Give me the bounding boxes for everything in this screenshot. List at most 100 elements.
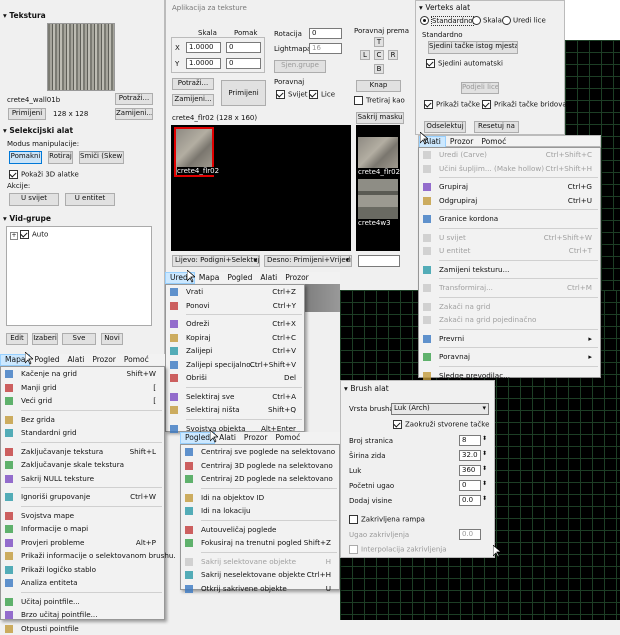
menu-map[interactable]: Mapa [195, 272, 223, 284]
tex-replace-button[interactable]: Zamijeni... [172, 94, 214, 106]
show-points-checkbox[interactable] [424, 100, 433, 109]
tex-apply-button[interactable]: Primijeni [221, 80, 266, 106]
align-b-button[interactable]: B [374, 64, 384, 74]
menu-item-obrisi[interactable]: ObrišiDel [166, 371, 304, 385]
menu-item-zalijepi[interactable]: ZalijepiCtrl+V [166, 344, 304, 358]
texture-browser[interactable]: crete4_flr02 [171, 125, 351, 251]
brush-field-input-sirina-zida[interactable]: 32.0 [459, 450, 481, 461]
browse-button[interactable]: Potraži... [115, 93, 153, 105]
fit-button[interactable]: Knap [356, 80, 401, 92]
world-checkbox[interactable] [276, 90, 285, 99]
menu-item-selektiraj-nista[interactable]: Selektiraj ništaShift+Q [166, 403, 304, 417]
menu-item-manji-grid[interactable]: Manji grid[ [1, 381, 164, 395]
align-t-button[interactable]: T [374, 37, 384, 47]
menu-window-3[interactable]: Prozor [88, 354, 120, 366]
menu-view-2[interactable]: Pogled [30, 354, 63, 366]
face-checkbox[interactable] [309, 90, 318, 99]
spinner-icon[interactable]: ⬍ [482, 495, 487, 502]
deselect-button[interactable]: Odselektuj [424, 121, 466, 133]
selection-header[interactable]: ▾ Selekcijski alat [3, 126, 73, 136]
menu-item-provjeri-probleme[interactable]: Provjeri problemeAlt+P [1, 536, 164, 550]
to-entity-button[interactable]: U entitet [65, 193, 115, 206]
menu-item-zakljucavanje-tekstura[interactable]: Zaključavanje teksturaShift+L [1, 445, 164, 459]
show-3d-handles-row[interactable]: Pokaži 3D alatke [9, 170, 79, 179]
scale-y-input[interactable]: 1.0000 [186, 58, 221, 69]
brush-field-input-dodaj-visine[interactable]: 0.0 [459, 495, 481, 506]
show-3d-handles-checkbox[interactable] [9, 170, 18, 179]
menu-item-centriraj-3d-poglede-na-selektovano[interactable]: Centriraj 3D poglede na selektovano [181, 459, 339, 473]
apply-button[interactable]: Primijeni [8, 108, 46, 120]
reset-button[interactable]: Resetuj na [474, 121, 519, 133]
closed-ramp-row[interactable]: Zakrivljena rampa [349, 515, 425, 524]
menu-view[interactable]: Pogled [223, 272, 256, 284]
vis-group-item[interactable]: +Auto [10, 230, 48, 240]
menu-item-ucitaj-pointfile[interactable]: Učitaj pointfile... [1, 595, 164, 609]
round-vertices-checkbox[interactable] [393, 420, 402, 429]
show-edge-points-row[interactable]: Prikaži tačke bridova [482, 100, 567, 109]
shift-x-input[interactable]: 0 [226, 42, 261, 53]
vis-group-list[interactable]: +Auto [6, 226, 152, 326]
brush-tool-header[interactable]: ▾ Brush alat [344, 384, 389, 394]
menu-item-zalijepi-specijalno[interactable]: Zalijepi specijalno...Ctrl+Shift+V [166, 358, 304, 372]
merge-vertices-button[interactable]: Sjedini tačke istog mjesta [428, 41, 518, 54]
left-click-dropdown[interactable]: Lijevo: Podigni+Selektuj▾ [172, 255, 260, 267]
mode-scale-radio[interactable] [472, 16, 481, 25]
vertex-tool-header[interactable]: ▾ Verteks alat [419, 3, 470, 13]
treat-as-one-checkbox[interactable] [354, 96, 363, 105]
menu-tools-2[interactable]: Alati [256, 272, 281, 284]
spinner-icon[interactable]: ⬍ [482, 465, 487, 472]
rotation-input[interactable]: 0 [309, 28, 342, 39]
hide-mask-button[interactable]: Sakrij masku [356, 112, 404, 124]
spinner-icon[interactable]: ⬍ [482, 450, 487, 457]
mode-edit-face-radio[interactable] [502, 16, 511, 25]
menu-item-grupiraj[interactable]: GrupirajCtrl+G [419, 180, 600, 194]
texture-filter-input[interactable] [358, 255, 400, 267]
treat-as-one-row[interactable]: Tretiraj kao [354, 96, 405, 105]
menu-item-idi-na-objektov-id[interactable]: Idi na objektov ID [181, 491, 339, 505]
menu-item-otpusti-pointfile[interactable]: Otpusti pointfile [1, 622, 164, 635]
tex-browse-button[interactable]: Potraži... [172, 78, 214, 90]
menu-item-centriraj-sve-poglede-na-selektovano[interactable]: Centriraj sve poglede na selektovano [181, 445, 339, 459]
vis-group-checkbox[interactable] [20, 230, 29, 239]
align-c-button[interactable]: C [374, 50, 384, 60]
menu-item-idi-na-lokaciju[interactable]: Idi na lokaciju [181, 504, 339, 518]
menu-item-uredi-carve[interactable]: Uredi (Carve)Ctrl+Shift+C [419, 148, 600, 162]
menu-item-autouvelicaj-poglede[interactable]: Autouveličaj poglede [181, 523, 339, 537]
spinner-icon[interactable]: ⬍ [482, 435, 487, 442]
menu-window-2[interactable]: Prozor [281, 272, 313, 284]
menu-item-zakaci-na-grid-pojedinacno[interactable]: Zakači na grid pojedinačno [419, 313, 600, 327]
texture-preview[interactable] [47, 23, 115, 91]
show-edge-points-checkbox[interactable] [482, 100, 491, 109]
menu-item-u-entitet[interactable]: U entitetCtrl+T [419, 244, 600, 258]
texture-header[interactable]: ▾ Tekstura [3, 11, 46, 21]
menu-item-ignorisi-grupovanje[interactable]: Ignoriši grupovanjeCtrl+W [1, 490, 164, 504]
auto-merge-checkbox[interactable] [426, 59, 435, 68]
viewport-3d-top[interactable] [565, 0, 620, 40]
menu-item-fokusiraj-na-trenutni-pogled[interactable]: Fokusiraj na trenutni pogledShift+Z [181, 536, 339, 550]
menu-item-brzo-ucitaj-pointfile[interactable]: Brzo učitaj pointfile... [1, 608, 164, 622]
to-world-button[interactable]: U svijet [9, 193, 59, 206]
texture-browser-right[interactable]: crete4_flr02 crete4w3 [356, 125, 400, 251]
right-click-dropdown[interactable]: Desno: Primijeni+Vrijednost▾ [264, 255, 352, 267]
all-button[interactable]: Sve [62, 333, 96, 345]
mode-scale[interactable]: Skala [472, 16, 502, 25]
show-points-row[interactable]: Prikaži tačke [424, 100, 480, 109]
mode-rotate-button[interactable]: Rotiraj [48, 151, 73, 164]
menu-item-otkrij-sakrivene-objekte[interactable]: Otkrij sakrivene objekteU [181, 582, 339, 596]
brush-field-input-luk[interactable]: 360 [459, 465, 481, 476]
round-vertices-row[interactable]: Zaokruži stvorene tačke [393, 420, 489, 429]
world-row[interactable]: Svijet [276, 90, 308, 99]
menu-item-svojstva-mape[interactable]: Svojstva mape [1, 509, 164, 523]
menu-item-kacenje-na-grid[interactable]: Kačenje na gridShift+W [1, 367, 164, 381]
menu-item-selektiraj-sve[interactable]: Selektiraj sveCtrl+A [166, 390, 304, 404]
menu-item-sakrij-null-teksture[interactable]: Sakrij NULL teksture [1, 472, 164, 486]
menu-help-3[interactable]: Pomoć [120, 354, 153, 366]
menu-item-kopiraj[interactable]: KopirajCtrl+C [166, 331, 304, 345]
mode-skew-button[interactable]: Smiči (Skew) [79, 151, 124, 164]
menu-item-ponovi[interactable]: PonoviCtrl+Y [166, 299, 304, 313]
menu-tools-4[interactable]: Alati [215, 432, 240, 444]
face-row[interactable]: Lice [309, 90, 335, 99]
mode-edit-face[interactable]: Uredi lice [502, 16, 546, 25]
menu-item-granice-kordona[interactable]: Granice kordona [419, 212, 600, 226]
menu-item-bez-grida[interactable]: Bez grida [1, 413, 164, 427]
